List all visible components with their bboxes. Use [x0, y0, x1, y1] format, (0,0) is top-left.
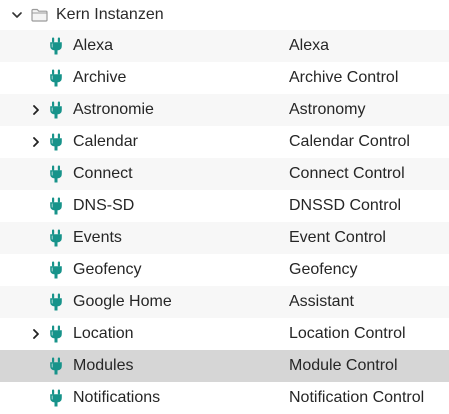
- plug-icon: [49, 229, 63, 247]
- tree-root-label: Kern Instanzen: [56, 6, 164, 23]
- table-row[interactable]: Connect Connect Control: [0, 158, 449, 190]
- table-row[interactable]: Notifications Notification Control: [0, 382, 449, 414]
- plug-icon: [49, 165, 63, 183]
- plug-icon: [49, 37, 63, 55]
- instance-name: DNS-SD: [73, 197, 135, 214]
- instance-title: Assistant: [289, 293, 354, 310]
- instance-name: Calendar: [73, 133, 138, 150]
- plug-icon: [49, 101, 63, 119]
- table-row[interactable]: Events Event Control: [0, 222, 449, 254]
- instance-title: Connect Control: [289, 165, 405, 182]
- table-row[interactable]: Astronomie Astronomy: [0, 94, 449, 126]
- instance-name: Astronomie: [73, 101, 154, 118]
- chevron-right-icon[interactable]: [30, 136, 42, 148]
- table-row[interactable]: Archive Archive Control: [0, 62, 449, 94]
- tree-root-kern-instanzen[interactable]: Kern Instanzen: [0, 0, 449, 30]
- chevron-right-icon[interactable]: [30, 104, 42, 116]
- instance-name: Events: [73, 229, 122, 246]
- instance-title: Astronomy: [289, 101, 366, 118]
- table-row[interactable]: Google Home Assistant: [0, 286, 449, 318]
- table-row[interactable]: Location Location Control: [0, 318, 449, 350]
- table-row[interactable]: Modules Module Control: [0, 350, 449, 382]
- instance-title: Location Control: [289, 325, 406, 342]
- table-row[interactable]: DNS-SD DNSSD Control: [0, 190, 449, 222]
- table-row[interactable]: Calendar Calendar Control: [0, 126, 449, 158]
- plug-icon: [49, 357, 63, 375]
- plug-icon: [49, 69, 63, 87]
- instance-name: Location: [73, 325, 134, 342]
- instance-title: Calendar Control: [289, 133, 410, 150]
- instance-title: Notification Control: [289, 389, 425, 406]
- instance-title: Archive Control: [289, 69, 399, 86]
- instance-title: Module Control: [289, 357, 398, 374]
- folder-icon: [31, 8, 48, 22]
- instance-title: Alexa: [289, 37, 330, 54]
- chevron-down-icon[interactable]: [11, 9, 23, 21]
- chevron-right-icon[interactable]: [30, 328, 42, 340]
- plug-icon: [49, 325, 63, 343]
- plug-icon: [49, 261, 63, 279]
- table-row[interactable]: Geofency Geofency: [0, 254, 449, 286]
- plug-icon: [49, 133, 63, 151]
- instance-title: Geofency: [289, 261, 358, 278]
- instance-title: DNSSD Control: [289, 197, 402, 214]
- instance-name: Archive: [73, 69, 127, 86]
- instance-name: Alexa: [73, 37, 114, 54]
- instance-name: Modules: [73, 357, 134, 374]
- instance-tree: Kern Instanzen Alexa Alexa Archive Archive …: [0, 0, 449, 414]
- plug-icon: [49, 197, 63, 215]
- instance-name: Notifications: [73, 389, 161, 406]
- plug-icon: [49, 389, 63, 407]
- instance-name: Geofency: [73, 261, 142, 278]
- instance-name: Connect: [73, 165, 133, 182]
- table-row[interactable]: Alexa Alexa: [0, 30, 449, 62]
- instance-title: Event Control: [289, 229, 386, 246]
- instance-name: Google Home: [73, 293, 172, 310]
- plug-icon: [49, 293, 63, 311]
